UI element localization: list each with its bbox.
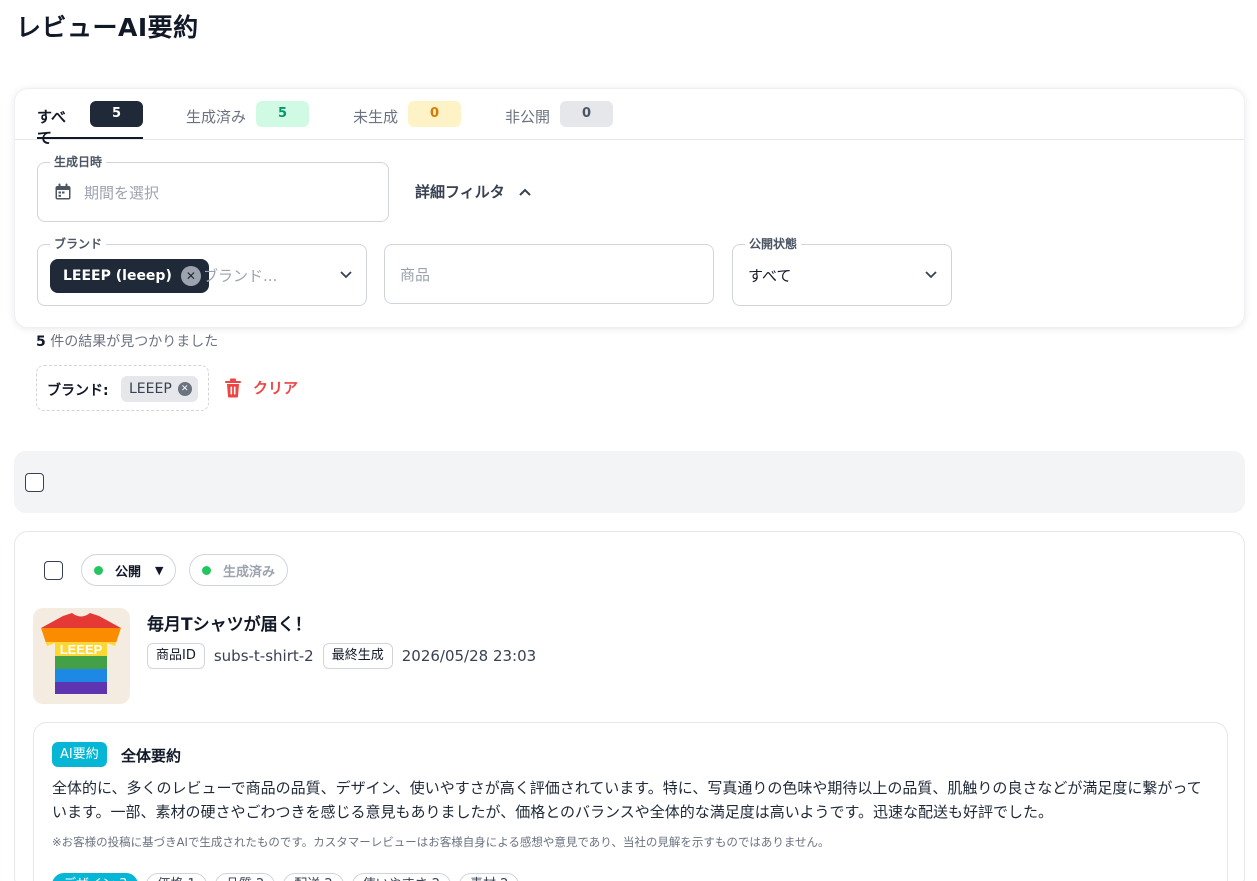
active-filter-chip-label: LEEEP: [129, 381, 172, 397]
tab-generated-label: 生成済み: [186, 108, 247, 126]
product-input[interactable]: 商品: [384, 244, 714, 304]
tab-generated[interactable]: 生成済み 5: [186, 101, 310, 139]
active-filter-chip: LEEEP ✕: [121, 376, 198, 402]
summary-text: 全体的に、多くのレビューで商品の品質、デザイン、使いやすさが高く評価されています…: [52, 779, 1202, 821]
tab-all-count: 5: [90, 101, 143, 127]
product-thumbnail: LEEEP: [33, 608, 130, 704]
calendar-icon: [55, 183, 71, 200]
topic-tag[interactable]: 配送 2: [283, 873, 344, 881]
brand-chip: LEEEP (leeep) ✕: [50, 259, 209, 293]
tab-not-generated[interactable]: 未生成 0: [353, 101, 462, 139]
tab-not-generated-label: 未生成: [353, 108, 399, 126]
generated-status-badge: 生成済み: [189, 554, 289, 586]
tab-not-generated-count: 0: [408, 101, 462, 127]
active-filter-box: ブランド: LEEEP ✕: [36, 365, 209, 411]
product-placeholder: 商品: [400, 266, 431, 284]
summary-title: 全体要約: [121, 747, 182, 765]
product-id-value: subs-t-shirt-2: [213, 647, 314, 665]
filter-card: すべて 5 生成済み 5 未生成 0 非公開 0 生成日時 期間を選択 詳細フィ…: [14, 88, 1245, 328]
result-count-text: 件の結果が見つかりました: [45, 334, 219, 350]
page-title: レビューAI要約: [16, 13, 199, 42]
topic-tag[interactable]: 価格 1: [146, 873, 207, 881]
clear-filters-label: クリア: [253, 379, 299, 397]
topic-tags: デザイン 3 価格 1 品質 2 配送 2 使いやすさ 2 素材 2: [52, 873, 527, 881]
ai-disclaimer: ※お客様の投稿に基づきAIで生成されたものです。カスタマーレビューはお客様自身に…: [52, 835, 830, 849]
select-all-bar: [14, 451, 1245, 513]
topic-tag[interactable]: 使いやすさ 2: [351, 873, 452, 881]
chevron-up-icon: [518, 188, 531, 196]
brand-chip-remove-icon[interactable]: ✕: [180, 266, 201, 286]
tab-all-label: すべて: [37, 108, 66, 147]
publish-status-dropdown[interactable]: 公開 ▼: [81, 554, 177, 586]
detail-filter-label: 詳細フィルタ: [415, 183, 505, 201]
product-id-tag: 商品ID: [147, 643, 205, 669]
brand-legend: ブランド: [50, 235, 107, 252]
trash-icon: [225, 378, 241, 397]
status-dot-icon: [202, 565, 211, 575]
brand-chip-label: LEEEP (leeep): [63, 268, 172, 284]
generated-status-label: 生成済み: [223, 564, 276, 580]
ai-summary-badge: AI要約: [52, 742, 107, 767]
select-all-checkbox[interactable]: [25, 473, 44, 492]
thumb-logo-text: LEEEP: [60, 642, 103, 657]
date-range-field[interactable]: 生成日時 期間を選択: [37, 153, 389, 222]
topic-tag[interactable]: 素材 2: [459, 873, 520, 881]
date-range-legend: 生成日時: [50, 153, 107, 170]
last-generated-tag: 最終生成: [322, 643, 393, 669]
last-generated-value: 2026/05/28 23:03: [401, 647, 537, 665]
date-range-placeholder: 期間を選択: [84, 184, 160, 202]
publish-status-legend: 公開状態: [745, 235, 802, 252]
tab-generated-count: 5: [256, 101, 310, 127]
result-count: 5 件の結果が見つかりました: [36, 331, 218, 351]
tab-private[interactable]: 非公開 0: [505, 101, 614, 139]
active-filter-remove-icon[interactable]: ✕: [177, 382, 192, 396]
product-name: 毎月Tシャツが届く！: [147, 615, 312, 635]
result-count-number: 5: [36, 334, 46, 350]
review-select-checkbox[interactable]: [44, 561, 63, 580]
tshirt-image: LEEEP: [41, 613, 121, 694]
product-meta: 商品ID subs-t-shirt-2 最終生成 2026/05/28 23:0…: [147, 643, 545, 669]
ai-summary-box: AI要約 全体要約 全体的に、多くのレビューで商品の品質、デザイン、使いやすさが…: [33, 722, 1228, 881]
status-dot-icon: [94, 565, 103, 575]
brand-select[interactable]: ブランド LEEEP (leeep) ✕ ブランド...: [37, 235, 367, 306]
detail-filter-toggle[interactable]: 詳細フィルタ: [415, 181, 531, 202]
chevron-down-icon: [925, 271, 937, 279]
review-card: 公開 ▼ 生成済み LEEEP 毎月Tシャツが届く！ 商品ID subs-t-s…: [14, 531, 1245, 881]
clear-filters-button[interactable]: クリア: [224, 377, 298, 398]
tab-private-count: 0: [560, 101, 614, 127]
tab-private-label: 非公開: [505, 108, 551, 126]
active-filter-label: ブランド:: [47, 383, 109, 399]
publish-status-select[interactable]: 公開状態 すべて: [732, 235, 952, 306]
publish-status-value: すべて: [748, 267, 792, 285]
brand-placeholder: ブランド...: [203, 267, 278, 285]
caret-down-icon: ▼: [155, 563, 164, 577]
publish-status-label: 公開: [115, 564, 142, 580]
status-tabs: すべて 5 生成済み 5 未生成 0 非公開 0: [15, 89, 1244, 147]
topic-tag[interactable]: 品質 2: [214, 873, 276, 881]
topic-tag[interactable]: デザイン 3: [52, 873, 139, 881]
chevron-down-icon: [340, 271, 352, 279]
tab-all[interactable]: すべて 5: [37, 101, 143, 147]
